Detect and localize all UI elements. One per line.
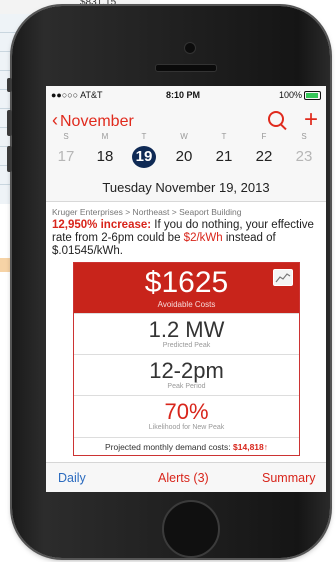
projected-costs-value: $14,818 — [233, 442, 264, 452]
day-number: 20 — [175, 148, 193, 165]
trend-up-icon: ↑ — [263, 442, 269, 452]
peak-period-row: 12-2pm Peak Period — [74, 354, 299, 396]
projected-costs-row: Projected monthly demand costs: $14,818↑ — [74, 437, 299, 456]
volume-down-button — [7, 146, 12, 172]
earpiece-speaker — [155, 64, 217, 72]
day-letter: W — [180, 132, 188, 141]
chart-icon[interactable] — [273, 269, 293, 286]
breadcrumb[interactable]: Kruger Enterprises > Northeast > Seaport… — [52, 207, 241, 217]
tab-summary[interactable]: Summary — [262, 471, 315, 485]
day-column[interactable]: T 21 — [206, 132, 242, 168]
front-camera — [184, 42, 196, 54]
likelihood-value: 70% — [164, 399, 209, 424]
alert-headline: 12,950% increase: — [52, 219, 152, 231]
likelihood-label: Likelihood for New Peak — [148, 424, 225, 431]
iphone-device: ●●○○○ AT&T 8:10 PM 100% ‹ November + S 17… — [7, 6, 330, 558]
alert-message: 12,950% increase: If you do nothing, you… — [52, 219, 322, 258]
battery-percent: 100% — [278, 90, 302, 100]
day-column[interactable]: M 18 — [87, 132, 123, 168]
nav-bar: ‹ November + — [46, 106, 326, 134]
mute-switch — [7, 78, 12, 92]
tab-daily[interactable]: Daily — [58, 471, 86, 485]
predicted-peak-value: 1.2 MW — [148, 317, 225, 342]
volume-up-button — [7, 110, 12, 136]
projected-costs-label: Projected monthly demand costs: — [104, 442, 231, 452]
tab-bar: Daily Alerts (3) Summary — [46, 462, 326, 492]
app-screen: ●●○○○ AT&T 8:10 PM 100% ‹ November + S 17… — [46, 86, 326, 492]
home-button[interactable] — [162, 500, 220, 558]
back-button[interactable]: ‹ November — [52, 110, 134, 131]
day-column-selected[interactable]: T 19 — [126, 132, 162, 168]
carrier-label: ●●○○○ AT&T — [51, 90, 103, 100]
avoidable-costs-panel: $1625 Avoidable Costs — [74, 263, 299, 313]
battery-icon — [304, 91, 321, 100]
alert-detail: Kruger Enterprises > Northeast > Seaport… — [46, 202, 326, 462]
day-letter: F — [261, 132, 267, 141]
likelihood-row: 70% Likelihood for New Peak — [74, 395, 299, 438]
selected-day-number: 19 — [132, 146, 156, 168]
chevron-left-icon: ‹ — [52, 110, 58, 130]
week-strip: S 17 M 18 T 19 W 20 T 21 F 22 S 23 Tuesd… — [46, 132, 326, 202]
day-column[interactable]: W 20 — [166, 132, 202, 168]
avoidable-costs-label: Avoidable Costs — [157, 300, 216, 309]
day-number: 23 — [295, 148, 313, 165]
day-letter: S — [301, 132, 307, 141]
day-letter: T — [221, 132, 227, 141]
day-column[interactable]: F 22 — [246, 132, 282, 168]
day-column[interactable]: S 23 — [286, 132, 322, 168]
day-number: 22 — [255, 148, 273, 165]
status-bar: ●●○○○ AT&T 8:10 PM 100% — [46, 86, 326, 104]
alert-rate: $2/kWh — [183, 232, 223, 244]
day-letter: T — [141, 132, 147, 141]
predicted-peak-label: Predicted Peak — [162, 342, 211, 349]
search-icon[interactable] — [268, 111, 284, 127]
peak-period-label: Peak Period — [167, 383, 206, 390]
predicted-peak-row: 1.2 MW Predicted Peak — [74, 313, 299, 355]
status-time: 8:10 PM — [166, 90, 201, 100]
tab-alerts[interactable]: Alerts (3) — [158, 471, 209, 485]
summary-card: $1625 Avoidable Costs 1.2 MW Predicted P… — [73, 262, 300, 456]
back-label: November — [60, 113, 134, 130]
day-letter: S — [63, 132, 69, 141]
day-number: 21 — [215, 148, 233, 165]
day-number: 17 — [57, 148, 75, 165]
day-column[interactable]: S 17 — [48, 132, 84, 168]
peak-period-value: 12-2pm — [149, 358, 224, 383]
day-letter: M — [101, 132, 109, 141]
avoidable-costs-value: $1625 — [144, 266, 229, 299]
add-icon[interactable]: + — [304, 106, 318, 134]
day-number: 18 — [96, 148, 114, 165]
selected-date-label: Tuesday November 19, 2013 — [102, 180, 270, 195]
